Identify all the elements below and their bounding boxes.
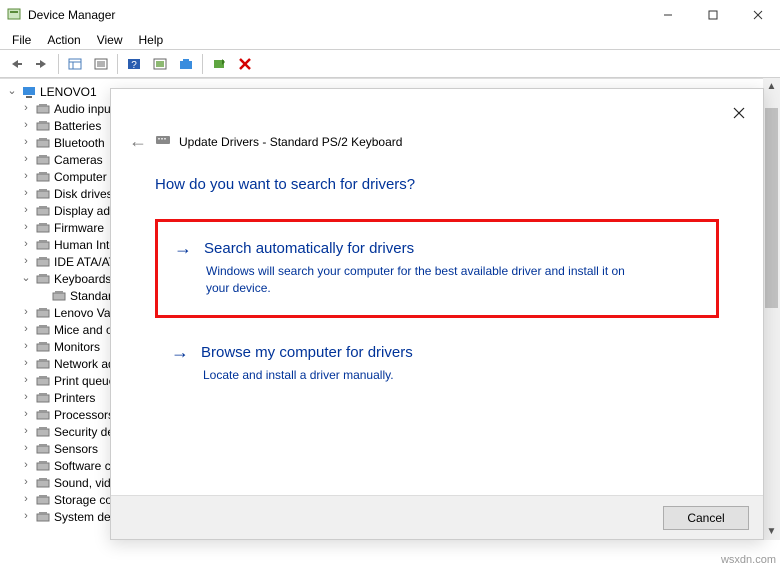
option-title: Browse my computer for drivers — [201, 344, 413, 361]
dialog-close-button[interactable] — [725, 99, 753, 127]
option-description: Windows will search your computer for th… — [174, 259, 634, 297]
option-browse-computer[interactable]: → Browse my computer for drivers Locate … — [155, 326, 719, 402]
toolbar-separator — [58, 54, 59, 74]
scroll-up-arrow[interactable]: ▲ — [763, 78, 780, 95]
toolbar: ? — [0, 50, 780, 78]
dialog-question: How do you want to search for drivers? — [111, 152, 763, 211]
cancel-button[interactable]: Cancel — [663, 506, 749, 530]
dialog-header: ← Update Drivers - Standard PS/2 Keyboar… — [111, 89, 763, 152]
close-button[interactable] — [735, 0, 780, 30]
svg-text:?: ? — [131, 60, 137, 71]
minimize-button[interactable] — [645, 0, 690, 30]
watermark: wsxdn.com — [721, 554, 776, 566]
dialog-back-arrow[interactable]: ← — [129, 131, 147, 152]
uninstall-button[interactable] — [233, 52, 257, 76]
scrollbar[interactable]: ▲ ▼ — [763, 78, 780, 540]
enable-button[interactable] — [207, 52, 231, 76]
menu-view[interactable]: View — [89, 33, 131, 47]
option-search-automatically[interactable]: → Search automatically for drivers Windo… — [155, 219, 719, 318]
arrow-right-icon: → — [174, 238, 192, 259]
maximize-button[interactable] — [690, 0, 735, 30]
help-button[interactable]: ? — [122, 52, 146, 76]
scroll-thumb[interactable] — [765, 108, 778, 308]
titlebar: Device Manager — [0, 0, 780, 30]
show-hidden-button[interactable] — [63, 52, 87, 76]
window-title: Device Manager — [28, 8, 645, 22]
dialog-breadcrumb: Update Drivers - Standard PS/2 Keyboard — [179, 135, 402, 149]
update-driver-button[interactable] — [174, 52, 198, 76]
forward-button[interactable] — [30, 52, 54, 76]
toolbar-separator — [117, 54, 118, 74]
update-drivers-dialog: ← Update Drivers - Standard PS/2 Keyboar… — [110, 88, 764, 540]
scroll-down-arrow[interactable]: ▼ — [763, 523, 780, 540]
back-button[interactable] — [4, 52, 28, 76]
scan-button[interactable] — [148, 52, 172, 76]
app-icon — [6, 7, 22, 23]
properties-button[interactable] — [89, 52, 113, 76]
arrow-right-icon: → — [171, 342, 189, 363]
option-title: Search automatically for drivers — [204, 240, 414, 257]
keyboard-icon — [155, 134, 171, 149]
option-description: Locate and install a driver manually. — [171, 363, 631, 384]
menu-action[interactable]: Action — [39, 33, 88, 47]
menu-file[interactable]: File — [4, 33, 39, 47]
menubar: File Action View Help — [0, 30, 780, 50]
dialog-footer: Cancel — [111, 495, 763, 539]
menu-help[interactable]: Help — [131, 33, 172, 47]
toolbar-separator — [202, 54, 203, 74]
